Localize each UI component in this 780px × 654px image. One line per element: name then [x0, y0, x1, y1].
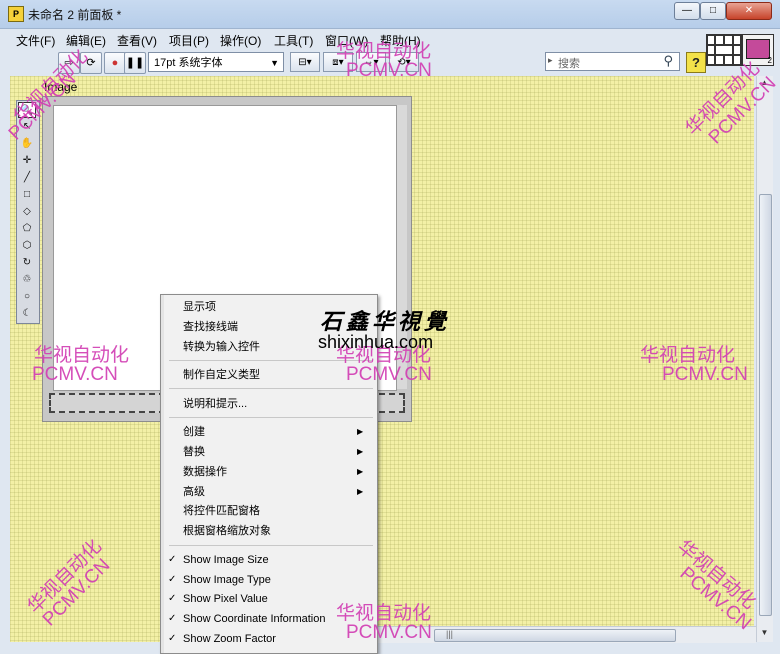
- line-tool-icon[interactable]: ╱: [18, 170, 36, 186]
- polygon-tool-icon[interactable]: ⬠: [18, 221, 36, 237]
- vi-icon[interactable]: 2: [742, 34, 774, 66]
- submenu-arrow-icon: ▶: [357, 467, 364, 476]
- menu-item-make-type-def[interactable]: 制作自定义类型: [183, 366, 260, 384]
- menu-separator: [169, 360, 373, 361]
- submenu-arrow-icon: ▶: [357, 447, 364, 456]
- menu-project[interactable]: 项目(P): [169, 32, 209, 49]
- pause-button[interactable]: ❚❚: [124, 52, 146, 74]
- submenu-arrow-icon: ▶: [357, 487, 364, 496]
- menu-gutter: [161, 295, 164, 653]
- menu-separator: [169, 545, 373, 546]
- menu-item-show-coordinate-information[interactable]: Show Coordinate Information: [183, 610, 325, 628]
- menu-edit[interactable]: 编辑(E): [66, 32, 106, 49]
- menu-view[interactable]: 查看(V): [117, 32, 157, 49]
- search-input[interactable]: ▸ 搜索 ⚲: [545, 52, 680, 71]
- menu-separator: [169, 388, 373, 389]
- menu-item-show-zoom-factor[interactable]: Show Zoom Factor: [183, 630, 276, 648]
- maximize-button[interactable]: □: [700, 2, 726, 20]
- site-url: shixinhua.com: [318, 332, 434, 352]
- connector-pane[interactable]: [706, 34, 742, 66]
- font-select-value: 17pt 系统字体: [154, 57, 223, 69]
- menu-item-find-terminal[interactable]: 查找接线端: [183, 318, 238, 336]
- menu-bar: 文件(F) 编辑(E) 查看(V) 项目(P) 操作(O) 工具(T) 窗口(W…: [0, 29, 700, 49]
- image-tools-palette: 🔍 ↖ ✋ ✛ ╱ □ ◇ ⬠ ⬡ ↻ ♲ ○ ☾: [16, 100, 40, 324]
- horizontal-scrollbar[interactable]: |||: [374, 626, 756, 643]
- labview-app-icon: P: [8, 6, 24, 22]
- rectangle-tool-icon[interactable]: □: [18, 187, 36, 203]
- menu-tools[interactable]: 工具(T): [274, 32, 313, 49]
- context-help-button[interactable]: ?: [686, 52, 706, 73]
- search-placeholder: 搜索: [558, 58, 580, 70]
- font-select[interactable]: 17pt 系统字体 ▼: [148, 52, 284, 72]
- minimize-button[interactable]: —: [674, 2, 700, 20]
- point-tool-icon[interactable]: ✛: [18, 153, 36, 169]
- abort-button[interactable]: ●: [104, 52, 126, 74]
- menu-file[interactable]: 文件(F): [16, 32, 55, 49]
- menu-item-data-operations[interactable]: 数据操作: [183, 463, 227, 481]
- menu-item-change-to-control[interactable]: 转换为输入控件: [183, 338, 260, 356]
- search-icon[interactable]: ⚲: [663, 53, 673, 69]
- menu-item-fit-control-to-pane[interactable]: 将控件匹配窗格: [183, 502, 260, 520]
- reorder-dropdown[interactable]: ⟲▾: [389, 52, 419, 72]
- annulus-tool-icon[interactable]: ☾: [18, 306, 36, 322]
- resize-objects-dropdown[interactable]: ⇔▾: [356, 52, 386, 72]
- vi-icon-graphic: [746, 39, 770, 59]
- freehand-line-tool-icon[interactable]: ↻: [18, 255, 36, 271]
- menu-item-replace[interactable]: 替换: [183, 443, 205, 461]
- menu-item-create[interactable]: 创建: [183, 423, 205, 441]
- checkmark-icon: ✓: [168, 574, 177, 585]
- menu-help[interactable]: 帮助(H): [380, 32, 421, 49]
- menu-item-advanced[interactable]: 高级: [183, 483, 205, 501]
- scroll-down-icon[interactable]: ▼: [759, 628, 770, 640]
- oval-tool-icon[interactable]: ○: [18, 289, 36, 305]
- run-continuously-button[interactable]: ⟳: [80, 52, 102, 74]
- menu-item-show-image-size[interactable]: Show Image Size: [183, 551, 269, 569]
- horizontal-scroll-thumb[interactable]: [434, 629, 676, 642]
- submenu-arrow-icon: ▶: [357, 427, 364, 436]
- title-bar[interactable]: P 未命名 2 前面板 * — □ ✕: [0, 0, 780, 29]
- run-button[interactable]: ⇨: [58, 52, 80, 74]
- chevron-down-icon: ▼: [270, 58, 279, 68]
- menu-item-show-pixel-value[interactable]: Show Pixel Value: [183, 590, 268, 608]
- pan-tool-icon[interactable]: ✋: [18, 136, 36, 152]
- menu-item-scale-object-with-pane[interactable]: 根据窗格缩放对象: [183, 522, 271, 540]
- vertical-scroll-thumb[interactable]: [759, 194, 772, 616]
- menu-separator: [169, 417, 373, 418]
- scroll-up-icon[interactable]: ▲: [759, 78, 770, 90]
- menu-item-description-and-tip[interactable]: 说明和提示...: [183, 395, 247, 413]
- menu-operate[interactable]: 操作(O): [220, 32, 261, 49]
- vertical-scrollbar[interactable]: ▲ ▼: [756, 76, 773, 642]
- menu-item-show-image-type[interactable]: Show Image Type: [183, 571, 271, 589]
- window-title: 未命名 2 前面板 *: [28, 8, 122, 22]
- freehand-region-tool-icon[interactable]: ♲: [18, 272, 36, 288]
- checkmark-icon: ✓: [168, 554, 177, 565]
- close-button[interactable]: ✕: [726, 2, 772, 20]
- zoom-tool-icon[interactable]: 🔍: [18, 102, 36, 118]
- vi-icon-number: 2: [767, 56, 772, 65]
- checkmark-icon: ✓: [168, 633, 177, 644]
- rotated-rectangle-tool-icon[interactable]: ◇: [18, 204, 36, 220]
- checkmark-icon: ✓: [168, 593, 177, 604]
- search-marker: ▸: [548, 55, 553, 65]
- broken-line-tool-icon[interactable]: ⬡: [18, 238, 36, 254]
- scroll-grip-icon: |||: [446, 629, 454, 639]
- menu-window[interactable]: 窗口(W): [325, 32, 368, 49]
- image-control-label[interactable]: Image: [44, 80, 77, 94]
- align-objects-dropdown[interactable]: ⊟▾: [290, 52, 320, 72]
- checkmark-icon: ✓: [168, 613, 177, 624]
- menu-item-visible-items[interactable]: 显示项: [183, 298, 216, 316]
- distribute-objects-dropdown[interactable]: ⧈▾: [323, 52, 353, 72]
- pointer-tool-icon[interactable]: ↖: [18, 119, 36, 135]
